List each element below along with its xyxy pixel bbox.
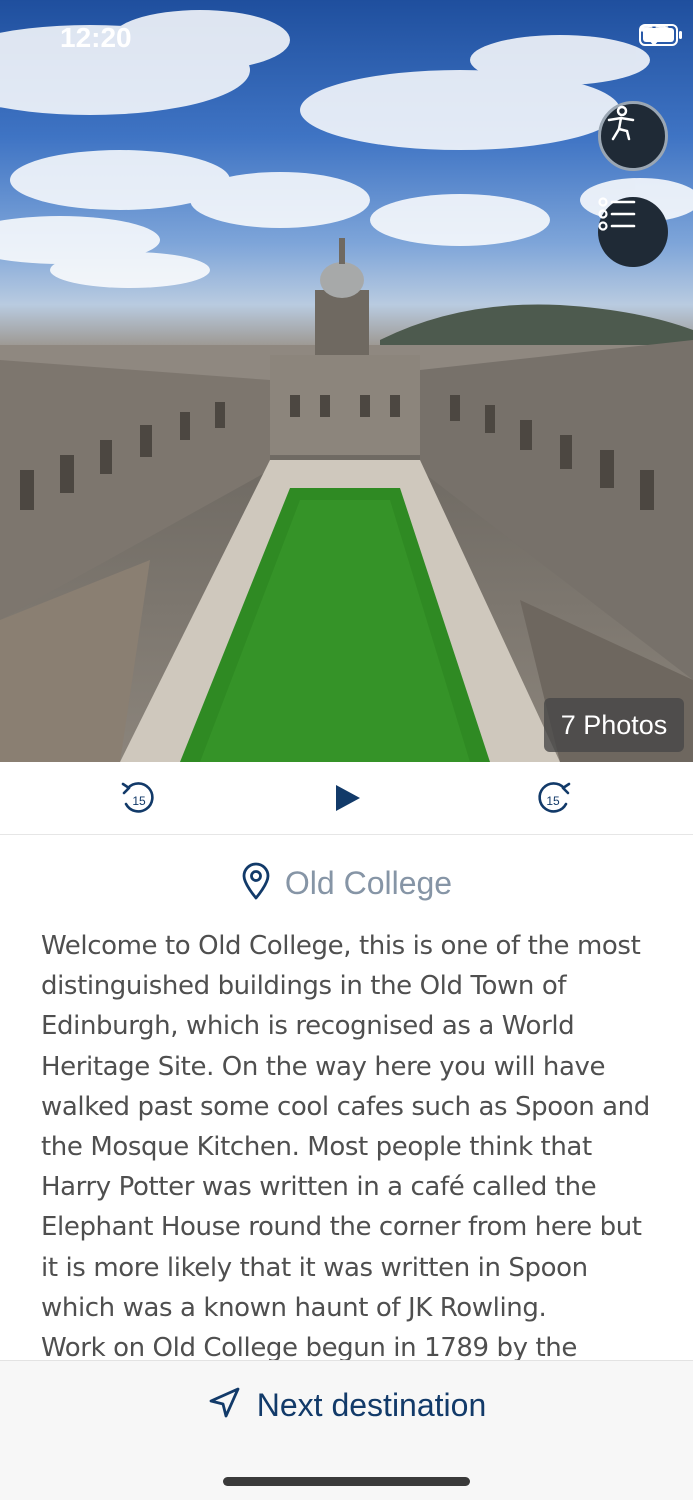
rewind-icon: 15 xyxy=(121,782,154,813)
rewind-label: 15 xyxy=(132,794,146,808)
description-paragraph: Welcome to Old College, this is one of t… xyxy=(41,931,650,1323)
rewind-15-button[interactable]: 15 xyxy=(116,776,160,820)
status-time: 12:20 xyxy=(60,22,132,53)
list-button[interactable] xyxy=(598,197,668,267)
next-destination-label: Next destination xyxy=(256,1386,487,1423)
accessibility-button[interactable] xyxy=(598,101,668,171)
hero-illustration xyxy=(0,10,693,762)
hero-photo[interactable]: 12:20 7 Photos xyxy=(0,0,693,762)
home-indicator[interactable] xyxy=(223,1477,470,1486)
location-name: Old College xyxy=(284,864,453,901)
play-button[interactable] xyxy=(324,776,368,820)
forward-15-button[interactable]: 15 xyxy=(532,776,576,820)
forward-icon: 15 xyxy=(538,782,571,813)
description-paragraph: Work on Old College begun in 1789 by the xyxy=(41,1333,577,1360)
status-bar: 12:20 xyxy=(0,0,693,80)
screen: 12:20 7 Photos 15 15 Old College Welcome… xyxy=(0,0,693,1500)
play-icon xyxy=(336,785,360,811)
next-destination-button[interactable]: Next destination xyxy=(0,1375,693,1435)
location-heading: Old College xyxy=(0,856,693,910)
photos-count-badge[interactable]: 7 Photos xyxy=(544,698,684,752)
navigation-arrow-icon xyxy=(207,1386,241,1425)
description-text: Welcome to Old College, this is one of t… xyxy=(41,926,666,1360)
map-pin-icon xyxy=(241,862,271,905)
audio-controls: 15 15 xyxy=(0,762,693,835)
forward-label: 15 xyxy=(546,794,560,808)
bottom-bar: Next destination xyxy=(0,1360,693,1500)
